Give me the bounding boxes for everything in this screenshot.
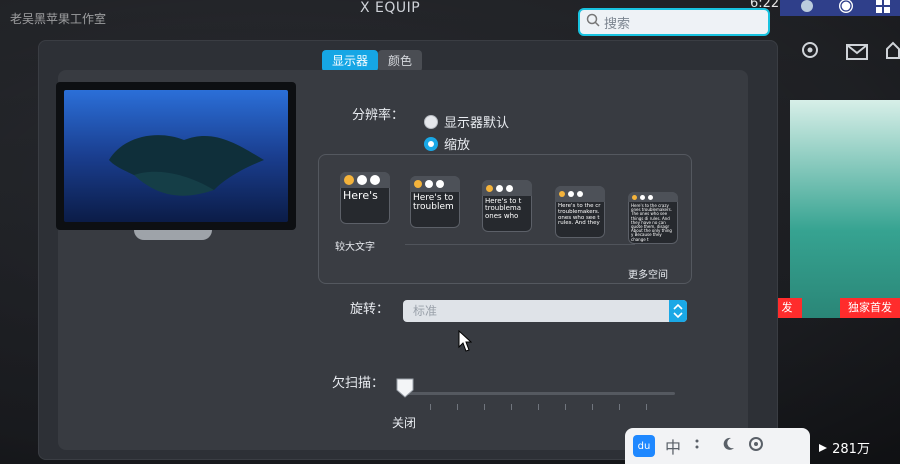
radio-scaled[interactable]: 缩放 <box>424 134 470 153</box>
scale-option-largest[interactable]: Here's <box>340 172 390 224</box>
wallpaper-preview <box>64 90 288 222</box>
slider-tick <box>511 404 512 410</box>
moon-icon[interactable] <box>719 435 737 457</box>
tab-bar: 显示器 颜色 <box>322 50 423 72</box>
slider-knob-icon[interactable] <box>396 378 414 398</box>
scale-option-most[interactable]: Here's to the crazy ones troublemakers. … <box>628 192 678 244</box>
scale-option-default[interactable]: Here's to t troublema ones who <box>482 180 532 232</box>
underscan-label: 欠扫描： <box>332 376 385 391</box>
underscan-slider[interactable] <box>405 392 675 395</box>
view-count: 281万 <box>818 438 870 457</box>
monitor-stand <box>134 230 212 240</box>
ime-logo[interactable]: du <box>633 435 655 457</box>
rotation-label: 旋转： <box>350 302 390 317</box>
punctuation-icon[interactable] <box>691 435 709 457</box>
search-placeholder: 搜索 <box>604 16 631 32</box>
radio-scaled-icon <box>424 136 438 151</box>
grid-icon[interactable] <box>875 0 891 14</box>
scale-left-label: 较大文字 <box>335 242 375 253</box>
radio-scaled-label: 缩放 <box>444 138 471 153</box>
slider-tick <box>646 404 647 410</box>
radio-default[interactable]: 显示器默认 <box>424 112 509 131</box>
menu-bar-right: 6:22 <box>750 0 900 16</box>
slider-tick <box>592 404 593 410</box>
radio-default-label: 显示器默认 <box>444 116 510 131</box>
rotation-select[interactable]: 标准 <box>403 300 687 322</box>
ime-toolbar: du 中 <box>625 428 810 464</box>
scale-option-more[interactable]: Here's to the cr troublemakers. ones who… <box>555 186 605 238</box>
tab-color[interactable]: 颜色 <box>378 50 423 72</box>
cursor-icon <box>458 329 473 356</box>
tab-display[interactable]: 显示器 <box>322 50 379 72</box>
scale-right-label: 更多空间 <box>628 270 668 281</box>
gear-icon[interactable] <box>800 40 820 64</box>
video-thumbnail[interactable]: 发 独家首发 <box>772 100 900 318</box>
watermark-text: 老吴黑苹果工作室 <box>10 12 107 26</box>
resolution-label: 分辨率： <box>352 108 405 123</box>
status-icon[interactable] <box>800 0 816 14</box>
display-preview <box>56 82 301 242</box>
underscan-value: 关闭 <box>392 416 417 430</box>
home-icon[interactable] <box>886 40 900 64</box>
scale-track <box>405 244 635 245</box>
radio-default-icon <box>424 114 438 129</box>
slider-tick <box>565 404 566 410</box>
slider-tick <box>484 404 485 410</box>
chevron-updown-icon <box>669 300 687 322</box>
view-count-text: 281万 <box>832 442 870 457</box>
play-icon <box>818 442 832 457</box>
slider-tick <box>457 404 458 410</box>
status-badge-right: 独家首发 <box>840 298 900 318</box>
mail-icon[interactable] <box>846 44 868 64</box>
slider-tick <box>538 404 539 410</box>
slider-tick <box>430 404 431 410</box>
settings-icon[interactable] <box>747 435 765 457</box>
search-field[interactable]: 搜索 <box>578 8 770 36</box>
menu-bar-time: 6:22 <box>750 0 780 11</box>
ime-lang[interactable]: 中 <box>665 434 681 458</box>
slider-tick <box>619 404 620 410</box>
search-icon <box>586 13 600 31</box>
globe-icon[interactable] <box>838 0 854 14</box>
rotation-value: 标准 <box>413 304 438 318</box>
window-title: X EQUIP <box>360 0 421 16</box>
scale-option-larger[interactable]: Here's to troublem <box>410 176 460 228</box>
